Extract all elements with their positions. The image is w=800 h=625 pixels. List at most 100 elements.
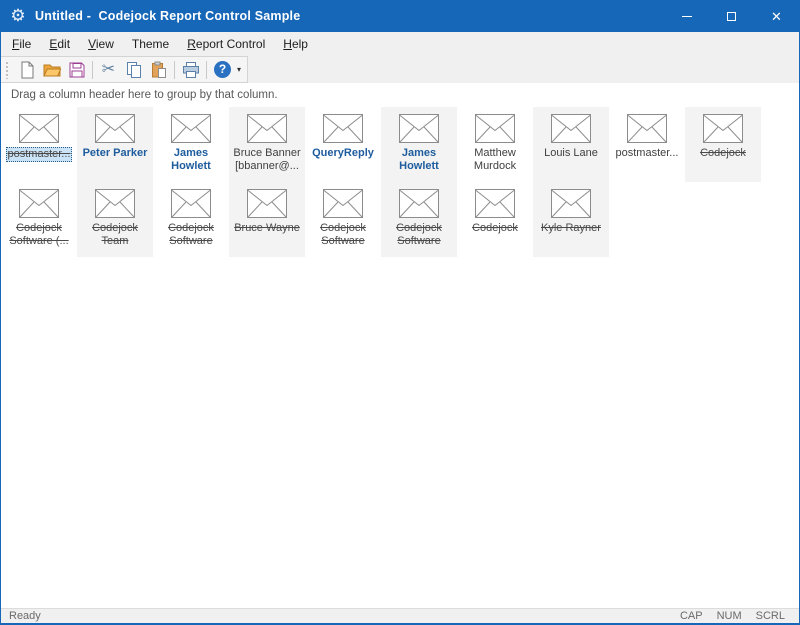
print-button[interactable] (178, 58, 203, 81)
toolbar-grip[interactable] (5, 61, 10, 79)
envelope-icon (95, 189, 135, 218)
mail-item-label: Codejock Software (154, 222, 228, 248)
new-document-button[interactable] (14, 58, 39, 81)
paste-button[interactable] (146, 58, 171, 81)
mail-item[interactable]: Codejock Software (... (1, 182, 77, 257)
help-button[interactable]: ? (210, 58, 235, 81)
envelope-icon (171, 114, 211, 143)
status-indicators: CAP NUM SCRL (680, 610, 799, 622)
mail-item[interactable]: Codejock Software (153, 182, 229, 257)
mail-item[interactable]: QueryReply (305, 107, 381, 182)
toolbar-options-dropdown[interactable]: ▾ (237, 65, 241, 74)
mail-item-label: James Howlett (154, 147, 228, 173)
status-indicator-num: NUM (717, 610, 742, 622)
mail-item-label: QueryReply (312, 147, 374, 160)
mail-item-label: Codejock Software (... (2, 222, 76, 248)
app-gear-icon: ⚙ (1, 0, 35, 32)
scissors-icon: ✂ (102, 62, 115, 78)
maximize-icon (727, 12, 736, 21)
mail-item-label: Louis Lane (544, 147, 598, 160)
envelope-icon (171, 189, 211, 218)
toolbar-separator (92, 61, 93, 79)
titlebar: ⚙ Untitled - Codejock Report Control Sam… (1, 0, 799, 32)
menu-item-help[interactable]: Help (274, 33, 317, 55)
envelope-icon (475, 189, 515, 218)
menu-item-view[interactable]: View (79, 33, 123, 55)
mail-item[interactable]: Codejock (457, 182, 533, 257)
mail-item-label: postmaster... (6, 147, 73, 162)
report-items-grid: postmaster... Peter Parker James Howlett… (1, 106, 799, 608)
paste-clipboard-icon (150, 61, 168, 79)
mail-item[interactable]: Matthew Murdock (457, 107, 533, 182)
mail-item-label: Codejock Software (382, 222, 456, 248)
toolbar-row: ✂ (1, 56, 799, 83)
copy-icon (125, 61, 143, 79)
envelope-icon (95, 114, 135, 143)
mail-item-label: Codejock Team (78, 222, 152, 248)
envelope-icon (399, 189, 439, 218)
envelope-icon (551, 114, 591, 143)
menu-item-file[interactable]: File (3, 33, 40, 55)
open-folder-icon (43, 61, 61, 79)
envelope-icon (703, 114, 743, 143)
envelope-icon (475, 114, 515, 143)
toolbar-separator (206, 61, 207, 79)
maximize-button[interactable] (709, 0, 754, 32)
mail-item[interactable]: Codejock Software (305, 182, 381, 257)
mail-item[interactable]: Peter Parker (77, 107, 153, 182)
mail-item-label: Codejock (472, 222, 518, 235)
envelope-icon (19, 114, 59, 143)
envelope-icon (399, 114, 439, 143)
menu-item-report-control[interactable]: Report Control (178, 33, 274, 55)
close-icon: ✕ (771, 10, 782, 23)
status-indicator-cap: CAP (680, 610, 703, 622)
statusbar: Ready CAPNUMSCRL (1, 608, 799, 625)
help-question-icon: ? (214, 61, 231, 78)
mail-item[interactable]: Louis Lane (533, 107, 609, 182)
copy-button[interactable] (121, 58, 146, 81)
app-window: ⚙ Untitled - Codejock Report Control Sam… (0, 0, 800, 625)
mail-item[interactable]: Bruce Banner [bbanner@... (229, 107, 305, 182)
group-by-area[interactable]: Drag a column header here to group by th… (1, 83, 799, 106)
mail-item-label: Codejock (700, 147, 746, 160)
mail-item[interactable]: Codejock (685, 107, 761, 182)
mail-item-label: Peter Parker (83, 147, 148, 160)
close-button[interactable]: ✕ (754, 0, 799, 32)
menu-item-theme[interactable]: Theme (123, 33, 178, 55)
mail-item[interactable]: James Howlett (381, 107, 457, 182)
mail-item-label: Bruce Banner [bbanner@... (230, 147, 304, 173)
mail-item-label: Matthew Murdock (458, 147, 532, 173)
mail-item[interactable]: postmaster... (609, 107, 685, 182)
new-document-icon (18, 61, 36, 79)
minimize-button[interactable] (664, 0, 709, 32)
envelope-icon (247, 114, 287, 143)
open-file-button[interactable] (39, 58, 64, 81)
toolbar: ✂ (1, 56, 248, 83)
save-button[interactable] (64, 58, 89, 81)
cut-button[interactable]: ✂ (96, 58, 121, 81)
mail-item[interactable]: Codejock Software (381, 182, 457, 257)
mail-item-label: postmaster... (616, 147, 679, 160)
group-by-hint: Drag a column header here to group by th… (11, 89, 278, 101)
mail-item[interactable]: James Howlett (153, 107, 229, 182)
status-indicator-scrl: SCRL (756, 610, 785, 622)
mail-item-label: Bruce Wayne (234, 222, 300, 235)
mail-item[interactable]: Bruce Wayne (229, 182, 305, 257)
envelope-icon (323, 189, 363, 218)
printer-icon (182, 61, 200, 79)
toolbar-separator (174, 61, 175, 79)
mail-item-label: James Howlett (382, 147, 456, 173)
envelope-icon (247, 189, 287, 218)
save-floppy-icon (68, 61, 86, 79)
envelope-icon (627, 114, 667, 143)
mail-item[interactable]: Kyle Rayner (533, 182, 609, 257)
menu-item-edit[interactable]: Edit (40, 33, 79, 55)
envelope-icon (551, 189, 591, 218)
mail-item-label: Codejock Software (306, 222, 380, 248)
menubar: FileEditViewThemeReport ControlHelp (1, 32, 799, 56)
mail-item-label: Kyle Rayner (541, 222, 601, 235)
mail-item[interactable]: Codejock Team (77, 182, 153, 257)
envelope-icon (323, 114, 363, 143)
mail-item[interactable]: postmaster... (1, 107, 77, 182)
minimize-icon (682, 16, 692, 17)
